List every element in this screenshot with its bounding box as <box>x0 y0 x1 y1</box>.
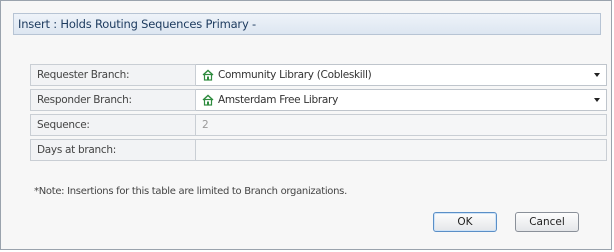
home-icon <box>202 69 214 81</box>
requester-row: Requester Branch: Community Library (Cob… <box>30 64 607 86</box>
sequence-value: 2 <box>202 119 209 131</box>
responder-branch-select[interactable]: Amsterdam Free Library <box>196 89 607 111</box>
insert-dialog: Insert : Holds Routing Sequences Primary… <box>0 0 612 250</box>
requester-branch-value: Community Library (Cobleskill) <box>218 69 372 81</box>
ok-button[interactable]: OK <box>433 212 497 232</box>
responder-row: Responder Branch: Amsterdam Free Library <box>30 89 607 111</box>
requester-label: Requester Branch: <box>30 64 196 86</box>
days-label: Days at branch: <box>30 139 196 161</box>
chevron-down-icon[interactable] <box>594 98 600 102</box>
sequence-label: Sequence: <box>30 114 196 136</box>
form: Requester Branch: Community Library (Cob… <box>30 64 607 164</box>
dialog-title: Insert : Holds Routing Sequences Primary… <box>18 17 256 31</box>
requester-branch-select[interactable]: Community Library (Cobleskill) <box>196 64 607 86</box>
sequence-row: Sequence: 2 <box>30 114 607 136</box>
cancel-button[interactable]: Cancel <box>515 212 579 232</box>
insertion-note: *Note: Insertions for this table are lim… <box>34 186 347 197</box>
responder-branch-value: Amsterdam Free Library <box>218 94 338 106</box>
days-row: Days at branch: <box>30 139 607 161</box>
sequence-field: 2 <box>196 114 607 136</box>
responder-label: Responder Branch: <box>30 89 196 111</box>
days-at-branch-input[interactable] <box>196 139 607 161</box>
dialog-titlebar: Insert : Holds Routing Sequences Primary… <box>13 13 601 35</box>
home-icon <box>202 94 214 106</box>
chevron-down-icon[interactable] <box>594 73 600 77</box>
